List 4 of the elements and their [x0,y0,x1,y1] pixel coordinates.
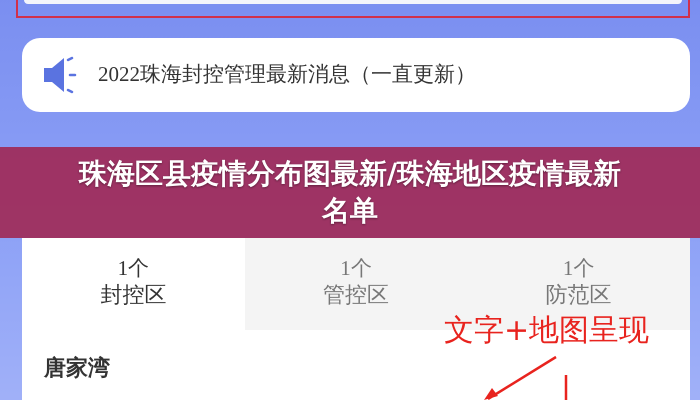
notice-bar[interactable]: 2022珠海封控管理最新消息（一直更新） [22,38,690,112]
notice-text: 2022珠海封控管理最新消息（一直更新） [98,61,476,88]
banner-title: 珠海区县疫情分布图最新/珠海地区疫情最新名单 [77,156,622,228]
area-name: 唐家湾 [44,354,110,383]
